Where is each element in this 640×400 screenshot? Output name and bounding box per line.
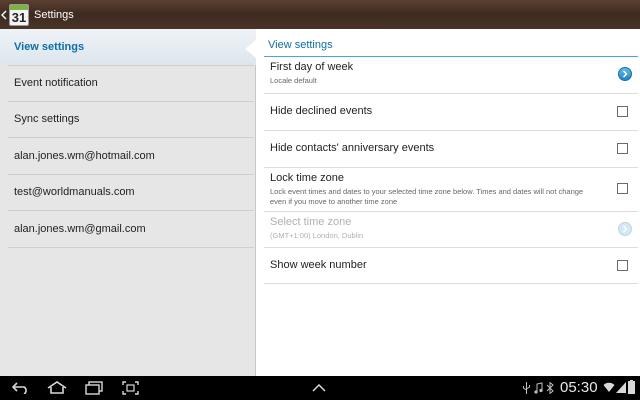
recent-apps-icon[interactable] (85, 381, 103, 395)
battery-icon (628, 380, 635, 394)
section-title: View settings (268, 39, 333, 51)
select-time-zone-row[interactable]: Select time zone (GMT+1:00) London, Dubl… (264, 212, 638, 247)
up-chevron-icon[interactable] (312, 384, 326, 392)
music-icon (534, 382, 543, 394)
view-settings-panel: View settings First day of week Locale d… (256, 29, 640, 376)
left-item-view-settings[interactable]: View settings (0, 29, 256, 65)
first-day-of-week-row[interactable]: First day of week Locale default (264, 57, 638, 93)
left-item-account-gmail[interactable]: alan.jones.wm@gmail.com (0, 211, 256, 247)
calendar-icon-number: 31 (11, 9, 27, 25)
left-item-account-worldmanuals[interactable]: test@worldmanuals.com (0, 174, 256, 210)
selection-pointer (245, 40, 256, 58)
settings-category-list: View settings Event notification Sync se… (0, 29, 256, 376)
row-subtitle: Lock event times and dates to your selec… (270, 187, 584, 206)
left-item-sync-settings[interactable]: Sync settings (0, 101, 256, 137)
left-item-event-notification[interactable]: Event notification (0, 65, 256, 101)
signal-icon (616, 382, 626, 393)
usb-icon (523, 382, 530, 394)
divider (264, 283, 638, 284)
wifi-icon (603, 382, 615, 392)
screenshot-icon[interactable] (122, 381, 139, 395)
system-navigation-bar: 05:30 (0, 376, 640, 400)
show-week-number-checkbox[interactable] (617, 260, 628, 271)
row-title: Lock time zone (270, 172, 344, 184)
hide-declined-events-row[interactable]: Hide declined events (264, 94, 638, 130)
divider (8, 247, 254, 248)
back-icon[interactable] (12, 381, 30, 394)
up-navigation-icon[interactable] (0, 0, 8, 29)
show-week-number-row[interactable]: Show week number (264, 248, 638, 283)
hide-declined-events-checkbox[interactable] (617, 106, 628, 117)
page-title: Settings (34, 8, 74, 21)
hide-anniversary-events-checkbox[interactable] (617, 143, 628, 154)
row-title: First day of week (270, 61, 354, 73)
lock-time-zone-row[interactable]: Lock time zone Lock event times and date… (264, 168, 638, 211)
row-subtitle: Locale default (270, 76, 317, 85)
left-item-label: alan.jones.wm@hotmail.com (14, 150, 155, 162)
left-item-account-hotmail[interactable]: alan.jones.wm@hotmail.com (0, 138, 256, 174)
lock-time-zone-checkbox[interactable] (617, 183, 628, 194)
chevron-right-icon[interactable] (618, 222, 632, 236)
action-bar: 31 Settings (0, 0, 640, 29)
row-subtitle: (GMT+1:00) London, Dublin (270, 231, 364, 240)
left-item-label: View settings (14, 41, 85, 53)
clock: 05:30 (560, 379, 598, 396)
left-item-label: test@worldmanuals.com (14, 186, 135, 198)
calendar-app-icon[interactable]: 31 (9, 3, 29, 26)
row-title: Hide contacts' anniversary events (270, 142, 435, 154)
left-item-label: alan.jones.wm@gmail.com (14, 223, 146, 235)
row-title: Hide declined events (270, 105, 373, 117)
row-title: Select time zone (270, 216, 352, 228)
left-item-label: Event notification (14, 77, 98, 89)
home-icon[interactable] (47, 381, 67, 394)
row-title: Show week number (270, 259, 367, 271)
hide-anniversary-events-row[interactable]: Hide contacts' anniversary events (264, 131, 638, 167)
chevron-right-icon[interactable] (618, 67, 632, 81)
left-item-label: Sync settings (14, 113, 80, 125)
bluetooth-icon (546, 382, 554, 394)
